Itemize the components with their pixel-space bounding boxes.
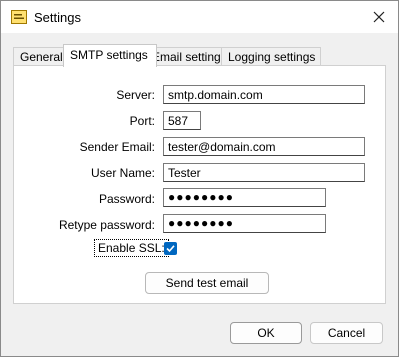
- retype-password-input[interactable]: ●●●●●●●●: [163, 214, 326, 233]
- password-input[interactable]: ●●●●●●●●: [163, 188, 326, 207]
- port-input[interactable]: [163, 111, 201, 130]
- close-button[interactable]: [366, 5, 392, 29]
- user-name-input[interactable]: [163, 163, 365, 182]
- ok-button[interactable]: OK: [230, 322, 302, 344]
- settings-app-icon: [11, 10, 27, 24]
- port-label: Port:: [129, 114, 155, 128]
- retype-password-label: Retype password:: [58, 218, 155, 232]
- title-bar[interactable]: Settings: [1, 1, 398, 33]
- settings-window: Settings General SMTP settings Email set…: [0, 0, 399, 357]
- sender-email-input[interactable]: [163, 137, 365, 156]
- enable-ssl-label[interactable]: Enable SSL:: [94, 239, 169, 257]
- sender-email-label: Sender Email:: [79, 140, 155, 154]
- tab-logging-settings[interactable]: Logging settings: [221, 47, 321, 66]
- tab-email-settings[interactable]: Email settings: [145, 47, 231, 66]
- enable-ssl-checkbox[interactable]: [164, 242, 177, 255]
- tab-smtp-settings[interactable]: SMTP settings: [63, 44, 157, 67]
- password-label: Password:: [98, 192, 155, 206]
- checkmark-icon: [166, 245, 175, 253]
- server-input[interactable]: [163, 85, 365, 104]
- window-title: Settings: [34, 10, 81, 25]
- server-label: Server:: [116, 88, 155, 102]
- send-test-email-button[interactable]: Send test email: [145, 272, 269, 294]
- close-icon: [373, 11, 385, 23]
- user-name-label: User Name:: [90, 166, 155, 180]
- cancel-button[interactable]: Cancel: [310, 322, 383, 344]
